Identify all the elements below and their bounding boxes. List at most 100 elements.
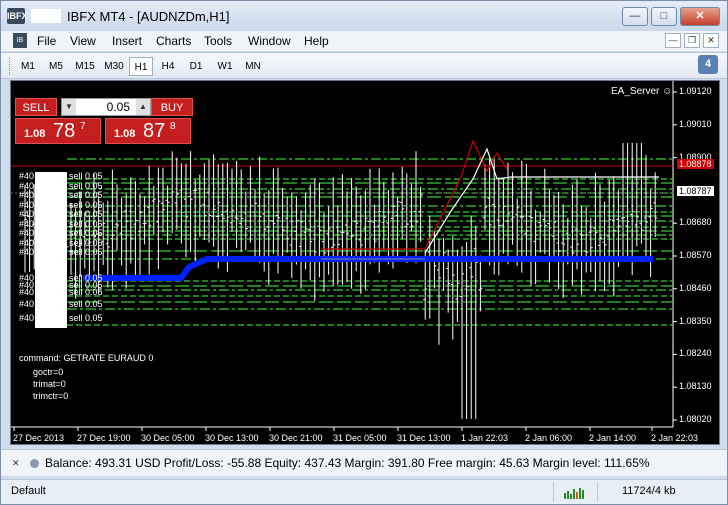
ea-name: EA_Server	[611, 86, 660, 97]
price-chart[interactable]: SELL ▼ 0.05 ▲ BUY 1.08 78 7 1.08 87 8 EA…	[10, 80, 720, 445]
timeframe-m30[interactable]: M30	[101, 57, 127, 76]
moving-average-line	[83, 256, 653, 281]
toolbar-grip[interactable]	[9, 58, 12, 75]
price-tick-label: 1.08680	[679, 217, 712, 228]
traffic-counter: 11724/4 kb	[622, 485, 676, 497]
chart-window-icon[interactable]: IB	[13, 33, 27, 48]
menu-charts[interactable]: Charts	[156, 34, 191, 48]
minimize-button[interactable]: —	[622, 7, 648, 26]
sell-price-pips: 78	[53, 120, 76, 142]
command-line: command: GETRATE EURAUD 0	[19, 353, 154, 363]
menu-insert[interactable]: Insert	[112, 34, 142, 48]
order-type-label[interactable]: sell 0.05	[69, 314, 103, 323]
buy-button[interactable]: BUY	[151, 98, 193, 116]
buy-price-box[interactable]: 1.08 87 8	[105, 118, 191, 144]
order-type-label[interactable]: sell 0.05	[69, 172, 103, 181]
profile-name[interactable]: Default	[11, 485, 46, 497]
time-tick-label: 31 Dec 05:00	[333, 433, 387, 443]
timeframe-toolbar: M1 M5 M15 M30 H1 H4 D1 W1 MN	[1, 52, 727, 79]
mdi-minimize-button[interactable]: —	[665, 33, 681, 48]
order-type-label[interactable]: sell 0.05	[69, 300, 103, 309]
timeframe-m15[interactable]: M15	[72, 57, 98, 76]
goctr-line: goctr=0	[33, 367, 64, 377]
menu-file[interactable]: File	[37, 34, 56, 48]
time-tick-label: 30 Dec 13:00	[205, 433, 259, 443]
price-tick-label: 1.08020	[679, 414, 712, 424]
timeframe-h1[interactable]: H1	[129, 57, 153, 76]
app-logo-icon: IBFX	[7, 8, 28, 24]
order-id[interactable]: #40	[19, 314, 34, 323]
time-tick-label: 31 Dec 13:00	[397, 433, 451, 443]
price-tick-label: 1.09010	[679, 118, 712, 129]
status-divider	[597, 482, 598, 502]
mdi-restore-button[interactable]: ❐	[684, 33, 700, 48]
expert-advisor-label[interactable]: EA_Server ☺	[611, 86, 672, 97]
order-id[interactable]: #40	[19, 229, 34, 238]
one-click-trading-panel: SELL ▼ 0.05 ▲ BUY 1.08 78 7 1.08 87 8	[15, 98, 193, 144]
lot-size-input[interactable]: ▼ 0.05 ▲	[61, 98, 151, 116]
order-type-label[interactable]: sell 0.05	[69, 248, 103, 257]
order-id[interactable]: #40	[19, 248, 34, 257]
lot-size-value: 0.05	[106, 100, 130, 114]
time-tick-label: 27 Dec 19:00	[77, 433, 131, 443]
buy-price-pips: 87	[143, 120, 166, 142]
sell-button[interactable]: SELL	[15, 98, 57, 116]
price-tick-label: 1.08350	[679, 315, 712, 326]
menu-window[interactable]: Window	[248, 34, 291, 48]
menu-bar: IB File View Insert Charts Tools Window …	[1, 31, 727, 51]
order-type-label[interactable]: sell 0.05	[69, 288, 103, 297]
time-tick-label: 27 Dec 2013	[13, 433, 65, 443]
order-type-label[interactable]: sell 0.05	[69, 210, 103, 219]
time-tick-label: 2 Jan 14:00	[589, 433, 637, 443]
account-summary: Balance: 493.31 USD Profit/Loss: -55.88 …	[45, 456, 650, 470]
title-bar[interactable]: IBFX IBFX MT4 - [AUDNZDm,H1] — □ ✕	[1, 1, 727, 31]
close-button[interactable]: ✕	[680, 7, 720, 26]
lot-decrease-icon[interactable]: ▼	[62, 99, 76, 115]
status-divider	[553, 482, 554, 502]
bid-price-label: 1.08787	[677, 186, 714, 196]
time-tick-label: 2 Jan 06:00	[525, 433, 573, 443]
price-tick-label: 1.08240	[679, 348, 712, 359]
time-tick-label: 30 Dec 21:00	[269, 433, 323, 443]
order-id[interactable]: #40	[19, 300, 34, 309]
menu-tools[interactable]: Tools	[204, 34, 232, 48]
order-id[interactable]: #40	[19, 288, 34, 297]
smiley-icon: ☺	[662, 86, 673, 97]
terminal-window: IBFX IBFX MT4 - [AUDNZDm,H1] — □ ✕ IB Fi…	[0, 0, 728, 505]
timeframe-mn[interactable]: MN	[241, 57, 265, 76]
timeframe-d1[interactable]: D1	[185, 57, 207, 76]
sell-price-box[interactable]: 1.08 78 7	[15, 118, 101, 144]
sell-price-prefix: 1.08	[24, 128, 46, 140]
trimat-line: trimat=0	[33, 379, 66, 389]
order-id[interactable]: #40	[19, 191, 34, 200]
timeframe-m1[interactable]: M1	[17, 57, 39, 76]
order-type-label[interactable]: sell 0.05	[69, 229, 103, 238]
window-title: IBFX MT4 - [AUDNZDm,H1]	[67, 9, 230, 24]
lot-increase-icon[interactable]: ▲	[136, 99, 150, 115]
time-tick-label: 30 Dec 05:00	[141, 433, 195, 443]
time-tick-label: 2 Jan 22:03	[651, 433, 699, 443]
maximize-button[interactable]: □	[651, 7, 677, 26]
price-tick-label: 1.08570	[679, 250, 712, 260]
redacted-block	[31, 9, 61, 23]
close-panel-icon[interactable]: ✕	[12, 458, 20, 469]
trimctr-line: trimctr=0	[33, 391, 69, 401]
white-trend-line	[424, 147, 659, 254]
sell-price-fraction: 7	[80, 121, 86, 132]
buy-price-fraction: 8	[170, 121, 176, 132]
price-tick-label: 1.08130	[679, 381, 712, 392]
order-id[interactable]: #40	[19, 172, 34, 181]
menu-help[interactable]: Help	[304, 34, 329, 48]
timeframe-w1[interactable]: W1	[213, 57, 237, 76]
order-type-label[interactable]: sell 0.05	[69, 191, 103, 200]
price-tick-label: 1.08460	[679, 282, 712, 293]
notification-badge[interactable]: 4	[698, 55, 718, 74]
time-tick-label: 1 Jan 22:03	[461, 433, 509, 443]
timeframe-h4[interactable]: H4	[157, 57, 179, 76]
price-tick-label: 1.09120	[679, 86, 712, 96]
mdi-close-button[interactable]: ✕	[703, 33, 719, 48]
order-id[interactable]: #40	[19, 210, 34, 219]
timeframe-m5[interactable]: M5	[45, 57, 67, 76]
connection-status-icon	[564, 488, 584, 499]
menu-view[interactable]: View	[70, 34, 96, 48]
